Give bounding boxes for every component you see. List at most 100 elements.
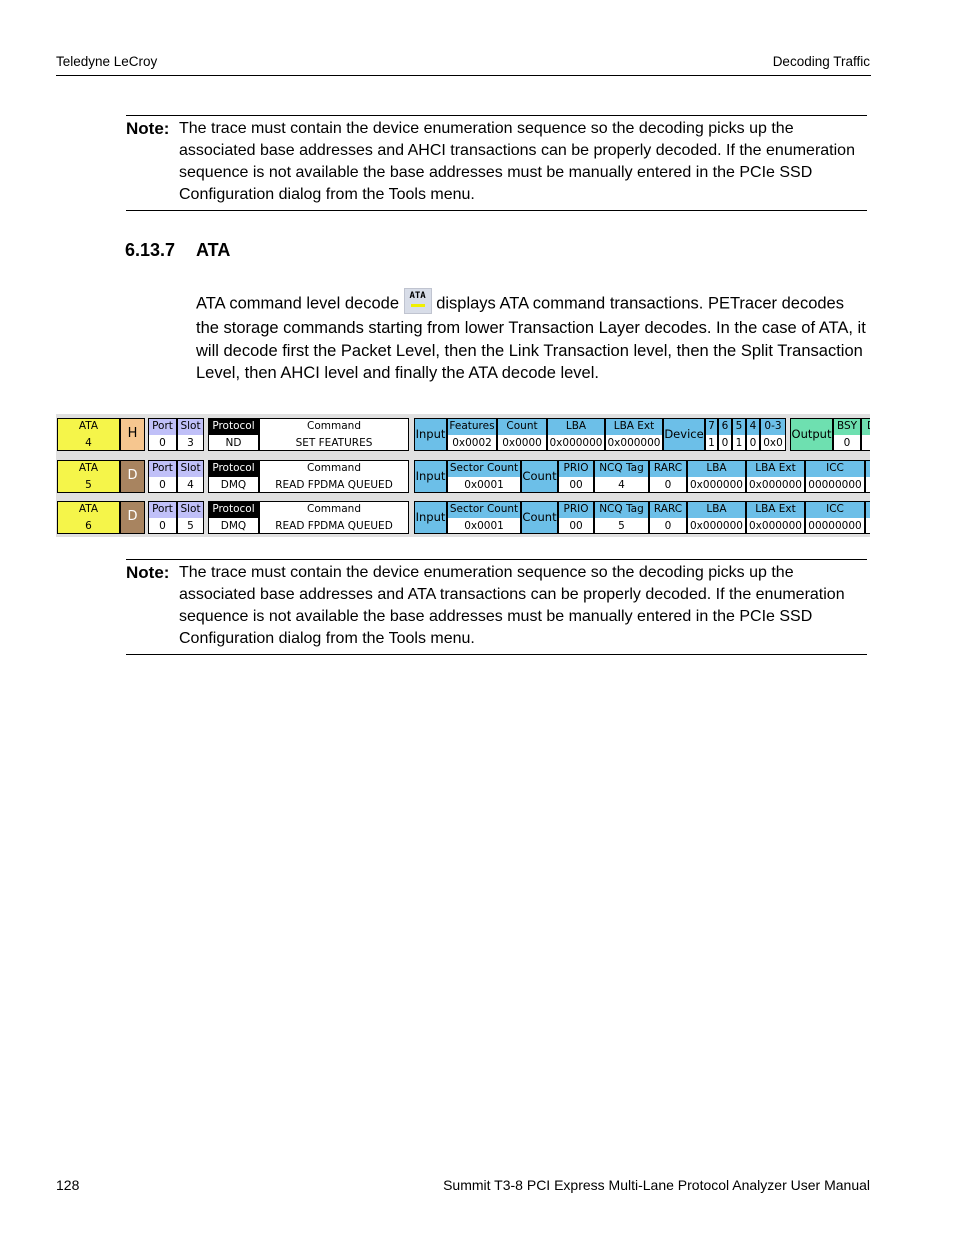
trace-field-ata[interactable]: ATA 5: [57, 460, 120, 493]
field-value: 0: [719, 435, 731, 450]
trace-field-protocol[interactable]: Protocol DMQ: [208, 460, 259, 493]
trace-field-d[interactable]: D: [120, 460, 145, 493]
trace-field-prio[interactable]: PRIO 00: [558, 501, 594, 534]
trace-field-lba-ext[interactable]: LBA Ext 0x000000: [746, 460, 805, 493]
trace-field-rarc[interactable]: RARC 0: [649, 460, 687, 493]
field-label: ICC: [806, 461, 864, 478]
field-value: 4: [58, 435, 119, 450]
trace-field-count[interactable]: Count: [521, 501, 558, 534]
trace-field-rarc[interactable]: RARC 0: [649, 501, 687, 534]
trace-field-port[interactable]: Port 0: [148, 460, 177, 493]
trace-field-h[interactable]: H: [120, 418, 145, 451]
trace-field-prio[interactable]: PRIO 00: [558, 460, 594, 493]
trace-field-lba-ext[interactable]: LBA Ext 0x000000: [605, 418, 663, 451]
trace-field-port[interactable]: Port 0: [148, 418, 177, 451]
ata-icon-label: ATA: [409, 291, 426, 301]
trace-field-command[interactable]: Command READ FPDMA QUEUED: [259, 460, 409, 493]
field-value: 0: [149, 518, 176, 533]
trace-field-slot[interactable]: Slot 3: [177, 418, 204, 451]
header-left: Teledyne LeCroy: [56, 54, 158, 69]
header-rule: [56, 75, 871, 76]
trace-field-ata[interactable]: ATA 4: [57, 418, 120, 451]
trace-field-lba[interactable]: LBA 0x000000: [687, 501, 746, 534]
trace-field-slot[interactable]: Slot 4: [177, 460, 204, 493]
trace-field-count[interactable]: Count 0x0000: [497, 418, 547, 451]
field-label: Input: [415, 427, 446, 441]
field-value: 0x000000: [747, 518, 804, 533]
trace-field-protocol[interactable]: Protocol DMQ: [208, 501, 259, 534]
trace-field-sector-count[interactable]: Sector Count 0x0001: [447, 460, 521, 493]
field-label: 6: [719, 419, 731, 436]
trace-field-slot[interactable]: Slot 5: [177, 501, 204, 534]
ata-decode-icon[interactable]: ATA: [403, 288, 432, 314]
trace-field-d[interactable]: D: [861, 418, 870, 451]
field-label: PRIO: [559, 502, 593, 519]
field-label: Sector Count: [448, 461, 520, 478]
field-value: 0x0002: [448, 435, 496, 450]
note-text: The trace must contain the device enumer…: [179, 564, 845, 647]
field-value: 0x000000: [606, 435, 662, 450]
field-label: 7: [706, 419, 717, 436]
trace-field-command[interactable]: Command READ FPDMA QUEUED: [259, 501, 409, 534]
field-label: Port: [149, 461, 176, 478]
trace-field-lba[interactable]: LBA 0x000000: [547, 418, 605, 451]
trace-field-lba-ext[interactable]: LBA Ext 0x000000: [746, 501, 805, 534]
field-label: Slot: [178, 461, 203, 478]
field-label: LBA Ext: [747, 502, 804, 519]
field-label: ICC: [806, 502, 864, 519]
trace-field-sector-count[interactable]: Sector Count 0x0001: [447, 501, 521, 534]
field-label: H: [127, 426, 138, 441]
field-label: Count: [522, 510, 557, 524]
trace-field-output[interactable]: Output: [790, 418, 833, 451]
trace-field-6[interactable]: 60: [718, 418, 732, 451]
field-label: 5: [733, 419, 745, 436]
trace-field-0-3[interactable]: 0-3 0x0: [760, 418, 786, 451]
field-value: DMQ: [209, 518, 258, 533]
trace-field-4[interactable]: 40: [746, 418, 760, 451]
trace-field-lba[interactable]: LBA 0x000000: [687, 460, 746, 493]
field-label: I: [866, 461, 870, 478]
field-label: LBA Ext: [606, 419, 662, 436]
trace-field-port[interactable]: Port 0: [148, 501, 177, 534]
trace-field-bsy[interactable]: BSY 0: [833, 418, 861, 451]
trace-field-input[interactable]: Input: [414, 418, 447, 451]
field-label: D: [127, 468, 138, 483]
field-label: Input: [415, 510, 446, 524]
trace-field-features[interactable]: Features 0x0002: [447, 418, 497, 451]
trace-field-i[interactable]: I: [865, 460, 870, 493]
ata-trace-view[interactable]: ATA 4 H Port 0 Slot 3 Protocol ND Command SET FEAT…: [56, 414, 870, 537]
trace-field-count[interactable]: Count: [521, 460, 558, 493]
field-label: Device: [664, 427, 704, 441]
trace-field-d[interactable]: D: [120, 501, 145, 534]
header-right: Decoding Traffic: [772, 54, 870, 69]
field-label: Port: [149, 502, 176, 519]
trace-field-icc[interactable]: ICC 00000000: [805, 460, 865, 493]
field-label: D: [127, 509, 138, 524]
field-label: ATA: [58, 419, 119, 436]
trace-field-ncq-tag[interactable]: NCQ Tag 4: [594, 460, 649, 493]
trace-field-protocol[interactable]: Protocol ND: [208, 418, 259, 451]
field-label: Count: [498, 419, 546, 436]
field-value: 0x000000: [688, 518, 745, 533]
field-value: 0x000000: [747, 477, 804, 492]
field-value: 4: [178, 477, 203, 492]
field-label: ATA: [58, 502, 119, 519]
field-value: 00000000: [806, 477, 864, 492]
paragraph-start: ATA command level decode: [196, 294, 399, 313]
trace-field-ncq-tag[interactable]: NCQ Tag 5: [594, 501, 649, 534]
trace-field-input[interactable]: Input: [414, 501, 447, 534]
trace-field-input[interactable]: Input: [414, 460, 447, 493]
trace-field-command[interactable]: Command SET FEATURES: [259, 418, 409, 451]
trace-field-ata[interactable]: ATA 6: [57, 501, 120, 534]
trace-field-7[interactable]: 71: [705, 418, 718, 451]
field-value: READ FPDMA QUEUED: [260, 518, 408, 533]
page: Teledyne LeCroy Decoding Traffic Note: T…: [0, 0, 954, 1235]
note2-rule-top: [126, 559, 867, 560]
field-label: NCQ Tag: [595, 461, 648, 478]
trace-field-icc[interactable]: ICC 00000000: [805, 501, 865, 534]
field-value: 00: [559, 477, 593, 492]
trace-field-device[interactable]: Device: [663, 418, 705, 451]
field-value: 5: [178, 518, 203, 533]
trace-field-5[interactable]: 51: [732, 418, 746, 451]
trace-field-i[interactable]: I: [865, 501, 870, 534]
